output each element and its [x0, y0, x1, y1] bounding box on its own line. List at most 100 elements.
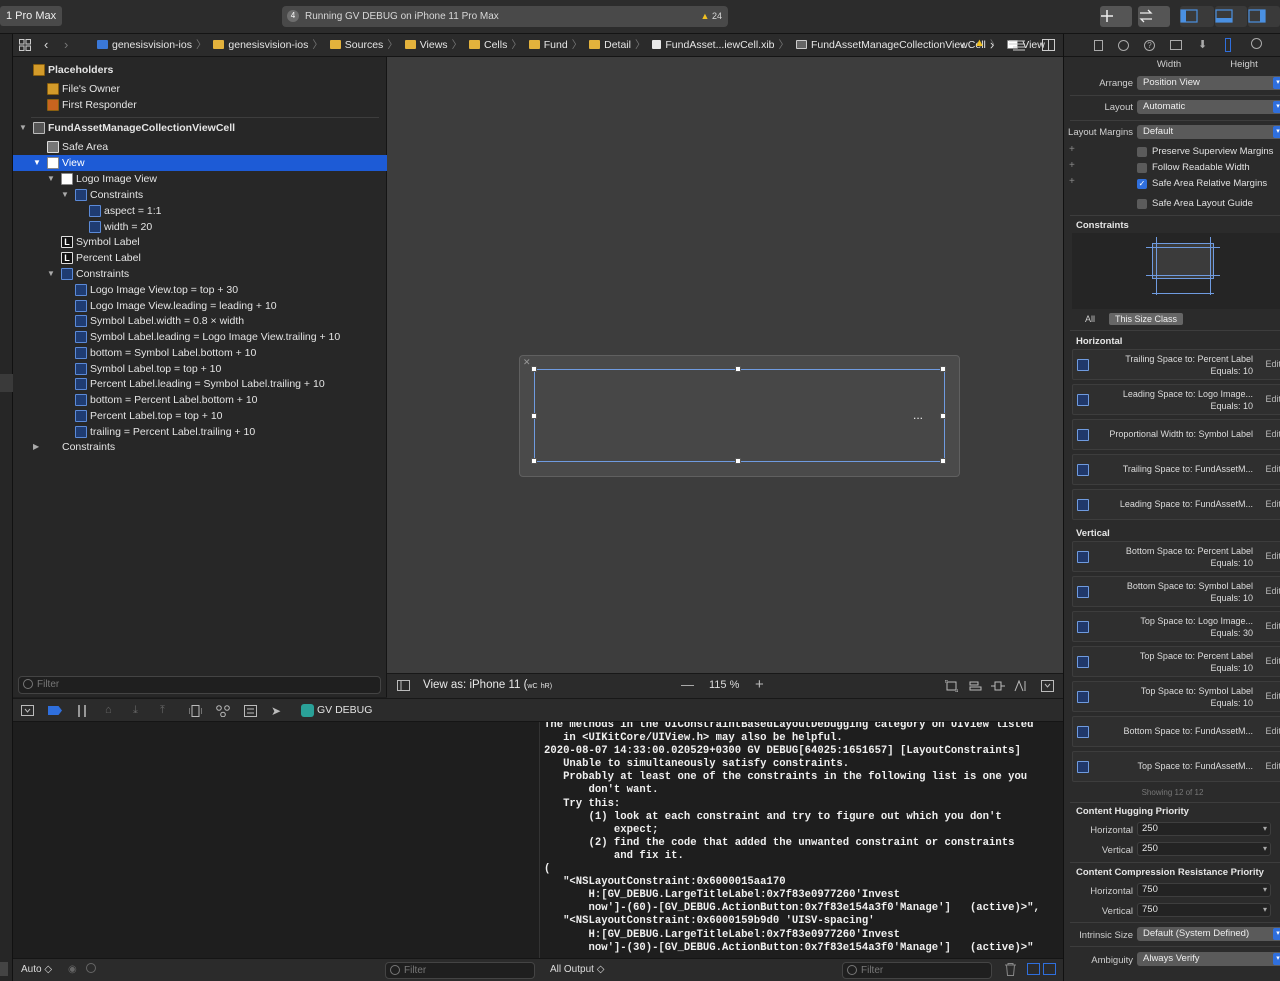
constraint-row[interactable]: Trailing Space to: Percent Label Equals: …	[1072, 349, 1280, 380]
breadcrumb-item[interactable]: genesisvision-ios 〉	[97, 34, 206, 57]
variables-filter-field[interactable]: Filter	[385, 962, 535, 979]
edit-button[interactable]: Edit	[1265, 551, 1280, 561]
resize-handle[interactable]	[531, 366, 537, 372]
constraint-row[interactable]: Proportional Width to: Symbol Label Edit	[1072, 419, 1280, 450]
outline-row[interactable]: First Responder	[13, 97, 387, 113]
breadcrumb-item[interactable]: Views 〉	[404, 34, 462, 57]
outline-row[interactable]: Logo Image View.top = top + 30	[13, 282, 387, 298]
outline-row[interactable]: ▼ Constraints	[13, 187, 387, 203]
edit-button[interactable]: Edit	[1265, 761, 1280, 771]
identity-inspector-icon[interactable]	[1170, 40, 1182, 50]
toggle-inspector-button[interactable]	[1248, 6, 1280, 27]
related-items-icon[interactable]	[19, 39, 31, 51]
zoom-in-button[interactable]: +	[755, 676, 764, 693]
outline-row[interactable]: Symbol Label.top = top + 10	[13, 361, 387, 377]
outline-row[interactable]: ▼ Logo Image View	[13, 171, 387, 187]
quick-look-icon[interactable]: ◉	[68, 964, 77, 975]
outline-row[interactable]: ▼ FundAssetManageCollectionViewCell	[13, 120, 387, 136]
outline-row[interactable]: ▼ Constraints	[13, 266, 387, 282]
warning-icon[interactable]: ▲	[974, 37, 985, 49]
outline-menu-icon[interactable]	[1009, 40, 1025, 54]
resolve-issues-icon[interactable]	[1014, 679, 1028, 695]
variables-view[interactable]	[13, 722, 540, 958]
disclosure-triangle-collapsed-icon[interactable]: ▶	[33, 439, 43, 455]
outline-row[interactable]: aspect = 1:1	[13, 203, 387, 219]
outline-row[interactable]: trailing = Percent Label.trailing + 10	[13, 424, 387, 440]
previous-issue-icon[interactable]: ‹	[961, 37, 965, 52]
constraint-row[interactable]: Trailing Space to: FundAssetM... Edit	[1072, 454, 1280, 485]
ambiguity-popup[interactable]: Always Verify ▾	[1137, 952, 1280, 966]
edit-button[interactable]: Edit	[1265, 359, 1280, 369]
edit-button[interactable]: Edit	[1265, 691, 1280, 701]
layout-popup[interactable]: Automatic ▾	[1137, 100, 1280, 114]
intrinsic-size-popup[interactable]: Default (System Defined) ▾	[1137, 927, 1280, 941]
embed-in-icon[interactable]	[1041, 680, 1054, 695]
debug-target-label[interactable]: GV DEBUG	[317, 704, 372, 716]
hide-debug-area-icon[interactable]	[21, 705, 34, 719]
back-arrow-icon[interactable]: ‹	[44, 37, 48, 52]
close-scene-icon[interactable]: ✕	[523, 357, 531, 368]
outline-row[interactable]: Safe Area	[13, 139, 387, 155]
attributes-inspector-icon[interactable]: ⬇	[1198, 38, 1207, 51]
history-inspector-icon[interactable]	[1118, 40, 1129, 51]
help-inspector-icon[interactable]: ?	[1144, 40, 1155, 51]
trash-icon[interactable]	[1005, 963, 1016, 979]
size-inspector-icon[interactable]	[1225, 38, 1231, 52]
step-out-icon[interactable]: ⤒	[160, 704, 165, 717]
outline-row[interactable]: width = 20	[13, 219, 387, 235]
breadcrumb-item[interactable]: Fund 〉	[528, 34, 582, 57]
breadcrumb-item[interactable]: Cells 〉	[468, 34, 522, 57]
outline-row[interactable]: Symbol Label.width = 0.8 × width	[13, 313, 387, 329]
resize-handle[interactable]	[531, 413, 537, 419]
outline-row[interactable]: bottom = Symbol Label.bottom + 10	[13, 345, 387, 361]
output-scope-popup[interactable]: All Output ◇	[550, 964, 604, 975]
align-icon[interactable]	[969, 680, 982, 695]
disclosure-triangle-icon[interactable]: ▼	[33, 155, 43, 171]
constraint-row[interactable]: Top Space to: Symbol Label Equals: 10 Edit	[1072, 681, 1280, 712]
resize-handle[interactable]	[735, 458, 741, 464]
outline-row[interactable]: Percent Label.leading = Symbol Label.tra…	[13, 376, 387, 392]
environment-overrides-icon[interactable]	[244, 705, 257, 720]
stepper-icon[interactable]: ▾	[1263, 823, 1267, 835]
constraint-row[interactable]: Bottom Space to: Symbol Label Equals: 10 E…	[1072, 576, 1280, 607]
constraint-row[interactable]: Top Space to: Logo Image... Equals: 30 Edi…	[1072, 611, 1280, 642]
constraint-row[interactable]: Top Space to: Percent Label Equals: 10 Edi…	[1072, 646, 1280, 677]
library-button[interactable]	[1100, 6, 1132, 27]
outline-row[interactable]: bottom = Percent Label.bottom + 10	[13, 392, 387, 408]
show-console-icon[interactable]	[1043, 963, 1056, 975]
breadcrumb-item[interactable]: FundAsset...iewCell.xib 〉	[652, 34, 789, 57]
step-into-icon[interactable]: ⤓	[133, 704, 138, 717]
layout-margins-popup[interactable]: Default ▾	[1137, 125, 1280, 139]
edit-button[interactable]: Edit	[1265, 621, 1280, 631]
follow-readable-width-checkbox[interactable]	[1137, 163, 1147, 173]
outline-row[interactable]: L Percent Label	[13, 250, 387, 266]
add-constraints-icon[interactable]	[991, 680, 1005, 695]
resize-handle[interactable]	[940, 413, 946, 419]
constraint-row[interactable]: Leading Space to: FundAssetM... Edit	[1072, 489, 1280, 520]
compression-horizontal-field[interactable]: 750 ▾	[1137, 883, 1271, 897]
edit-button[interactable]: Edit	[1265, 464, 1280, 474]
tab-all[interactable]: All	[1085, 314, 1095, 324]
disclosure-triangle-icon[interactable]: ▼	[19, 120, 29, 136]
split-editor-icon[interactable]	[1042, 39, 1055, 54]
hugging-horizontal-field[interactable]: 250 ▾	[1137, 822, 1271, 836]
safe-area-layout-guide-checkbox[interactable]	[1137, 199, 1147, 209]
outline-row[interactable]: L Symbol Label	[13, 234, 387, 250]
update-frames-icon[interactable]	[944, 679, 959, 695]
console-filter-field[interactable]: Filter	[842, 962, 992, 979]
device-config-button[interactable]: View as: iPhone 11 (wC hR)	[423, 679, 552, 691]
plus-icon[interactable]: +	[1069, 160, 1075, 171]
outline-row[interactable]: ▶ Constraints	[13, 439, 387, 455]
forward-arrow-icon[interactable]: ›	[64, 37, 68, 52]
edit-button[interactable]: Edit	[1265, 656, 1280, 666]
zoom-level[interactable]: 115 %	[709, 679, 739, 691]
resize-handle[interactable]	[940, 458, 946, 464]
toggle-navigator-button[interactable]	[1180, 6, 1214, 27]
outline-row[interactable]: Percent Label.top = top + 10	[13, 408, 387, 424]
arrange-popup[interactable]: Position View ▾	[1137, 76, 1280, 90]
edit-button[interactable]: Edit	[1265, 586, 1280, 596]
run-destination[interactable]: 1 Pro Max	[0, 6, 63, 26]
collection-view-cell[interactable]: ...	[531, 366, 946, 464]
variables-scope-popup[interactable]: Auto ◇	[21, 964, 52, 975]
plus-icon[interactable]: +	[1069, 144, 1075, 155]
